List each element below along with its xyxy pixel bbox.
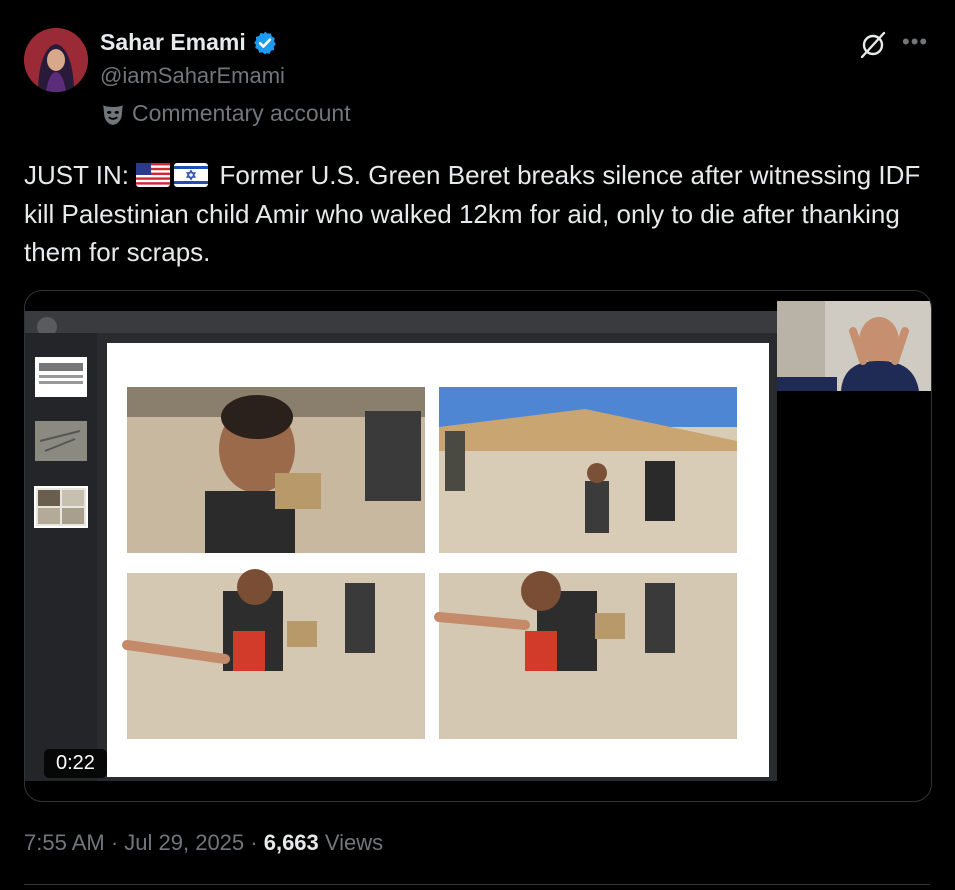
verified-badge-icon: [253, 31, 276, 54]
tweet-text-prefix: JUST IN:: [24, 160, 129, 190]
commentary-text: Commentary account: [132, 100, 351, 126]
tweet-time[interactable]: 7:55 AM: [24, 830, 105, 855]
commentary-label: Commentary account: [100, 100, 351, 127]
avatar-image: [24, 28, 88, 92]
views-count: 6,663: [263, 830, 319, 855]
video-player[interactable]: [24, 290, 932, 802]
more-options-icon[interactable]: •••: [902, 28, 930, 56]
tweet-meta: 7:55 AM · Jul 29, 2025 · 6,663 Views: [24, 830, 383, 856]
author-name[interactable]: Sahar Emami: [100, 29, 278, 56]
author-handle[interactable]: @iamSaharEmami: [100, 63, 285, 89]
grok-icon[interactable]: [858, 30, 888, 60]
video-duration-badge: 0:22: [44, 749, 107, 778]
avatar[interactable]: [24, 28, 88, 92]
meta-separator: ·: [104, 830, 125, 855]
tweet-text: JUST IN: Former U.S. Green Beret breaks …: [24, 156, 924, 272]
israel-flag-icon: [174, 163, 209, 187]
views-label: Views: [318, 830, 384, 855]
us-flag-icon: [136, 163, 171, 187]
video-frame: [25, 301, 931, 781]
display-name-text: Sahar Emami: [100, 29, 246, 55]
divider: [24, 884, 930, 885]
tweet-date[interactable]: Jul 29, 2025: [124, 830, 244, 855]
theater-mask-icon: [103, 104, 123, 125]
meta-separator-2: ·: [244, 830, 264, 855]
